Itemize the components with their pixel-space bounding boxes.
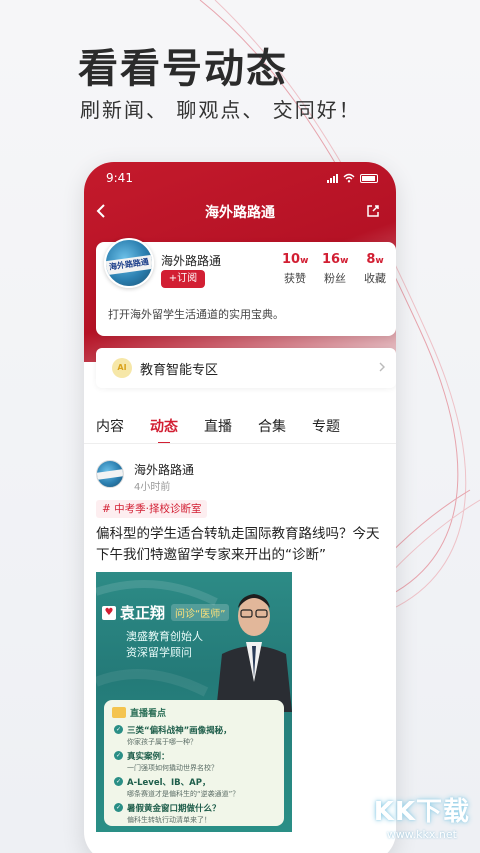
panel-title-row: 直播看点 — [112, 706, 166, 719]
highlight-item: ✓ A-Level、IB、AP， 哪条赛道才是偏科生的“逆袭通道”？ — [114, 776, 239, 799]
stat-favorites-value: 8 — [366, 252, 376, 267]
speaker-photo — [216, 594, 292, 712]
stat-favorites-label: 收藏 — [364, 272, 386, 285]
stat-fans-unit: w — [340, 256, 349, 266]
stat-fans[interactable]: 16w 粉丝 — [322, 252, 348, 286]
stat-likes[interactable]: 10w 获赞 — [282, 252, 308, 286]
check-icon: ✓ — [114, 725, 123, 734]
promo-headline: 看看号动态 — [78, 46, 288, 92]
avatar[interactable]: 海外路路通 — [104, 238, 154, 288]
wifi-icon — [343, 173, 355, 183]
panel-title: 直播看点 — [130, 709, 167, 719]
signal-icon — [327, 173, 338, 183]
tab-dynamics[interactable]: 动态 — [150, 416, 178, 444]
highlight-subtitle: 你家孩子属于哪一种？ — [127, 738, 197, 746]
tv-icon — [112, 707, 126, 718]
stat-favorites[interactable]: 8w 收藏 — [362, 252, 388, 286]
share-icon[interactable] — [366, 204, 380, 218]
battery-icon — [360, 173, 378, 183]
watermark-logo: KK下载 www.kkx.net — [374, 791, 470, 841]
tab-content[interactable]: 内容 — [96, 416, 124, 436]
post-topic-tag[interactable]: # 中考季·择校诊断室 — [96, 500, 208, 518]
stat-fans-label: 粉丝 — [324, 272, 346, 285]
speaker-row: ♥ 袁正翔 问诊“医师” — [102, 602, 230, 623]
tab-live[interactable]: 直播 — [204, 416, 232, 436]
post-time: 4小时前 — [134, 482, 171, 493]
check-icon: ✓ — [114, 751, 123, 760]
phone-frame: 9:41 海外路路通 海外路路通 海外路路通 +订阅 10w 获赞 16w 粉丝… — [84, 162, 396, 853]
stat-likes-unit: w — [300, 256, 309, 266]
back-arrow-icon[interactable] — [96, 203, 106, 219]
heart-icon: ♥ — [102, 605, 116, 620]
post-avatar[interactable] — [96, 460, 124, 488]
highlight-subtitle: 一门强项如何撬动世界名校？ — [127, 764, 218, 772]
post-author[interactable]: 海外路路通 — [134, 461, 194, 478]
highlight-item: ✓ 三类“偏科战神”画像揭秘， 你家孩子属于哪一种？ — [114, 724, 232, 747]
stat-likes-label: 获赞 — [284, 272, 306, 285]
speaker-role-1: 澳盛教育创始人 — [126, 630, 203, 643]
highlight-title: 三类“偏科战神”画像揭秘， — [127, 726, 232, 736]
nav-bar: 海外路路通 — [84, 200, 396, 224]
profile-name: 海外路路通 — [161, 254, 222, 268]
content-tabs: 内容 动态 直播 合集 专题 — [96, 416, 340, 444]
post-image[interactable]: ♥ 袁正翔 问诊“医师” 澳盛教育创始人 资深留学顾问 直播看点 ✓ 三类“偏科… — [96, 572, 292, 832]
ai-zone-bar[interactable]: AI 教育智能专区 — [96, 348, 396, 388]
highlight-subtitle: 偏科生转轨行动清单来了！ — [127, 816, 211, 824]
status-bar: 9:41 — [106, 170, 378, 186]
highlight-item: ✓ 真实案例： 一门强项如何撬动世界名校？ — [114, 750, 218, 773]
ai-zone-label: 教育智能专区 — [140, 362, 219, 378]
ai-icon: AI — [112, 358, 132, 378]
profile-header: 9:41 海外路路通 海外路路通 海外路路通 +订阅 10w 获赞 16w 粉丝… — [84, 162, 396, 362]
stat-favorites-unit: w — [375, 256, 384, 266]
highlight-title: A-Level、IB、AP， — [127, 778, 211, 788]
tab-collections[interactable]: 合集 — [258, 416, 286, 436]
tabs-divider — [84, 443, 396, 444]
stat-likes-value: 10 — [282, 252, 301, 267]
check-icon: ✓ — [114, 803, 123, 812]
live-highlights-panel: 直播看点 ✓ 三类“偏科战神”画像揭秘， 你家孩子属于哪一种？ ✓ 真实案例： … — [104, 700, 284, 826]
avatar-label: 海外路路通 — [106, 254, 152, 276]
status-icons — [327, 173, 378, 183]
speaker-name: 袁正翔 — [120, 604, 166, 622]
post-text: 偏科型的学生适合转轨走国际教育路线吗？今天下午我们特邀留学专家来开出的“诊断” — [96, 526, 380, 563]
speaker-role-2: 资深留学顾问 — [126, 646, 192, 659]
profile-card: 海外路路通 海外路路通 +订阅 10w 获赞 16w 粉丝 8w 收藏 打开海外… — [96, 238, 396, 336]
highlight-title: 真实案例： — [127, 752, 170, 762]
watermark-url: www.kkx.net — [386, 828, 457, 841]
highlight-title: 暑假黄金窗口期做什么？ — [127, 804, 221, 814]
nav-title: 海外路路通 — [205, 205, 275, 221]
highlight-subtitle: 哪条赛道才是偏科生的“逆袭通道”？ — [127, 790, 240, 798]
watermark-title: KK下载 — [373, 797, 470, 827]
profile-bio: 打开海外留学生活通道的实用宝典。 — [108, 308, 284, 321]
chevron-right-icon — [379, 362, 385, 372]
status-time: 9:41 — [106, 171, 133, 185]
profile-stats: 10w 获赞 16w 粉丝 8w 收藏 — [282, 252, 388, 286]
stat-fans-value: 16 — [322, 252, 341, 267]
tab-topics[interactable]: 专题 — [312, 416, 340, 436]
subscribe-button[interactable]: +订阅 — [161, 270, 205, 288]
highlight-item: ✓ 暑假黄金窗口期做什么？ 偏科生转轨行动清单来了！ — [114, 802, 221, 825]
check-icon: ✓ — [114, 777, 123, 786]
promo-subline: 刷新闻、 聊观点、 交同好！ — [80, 98, 361, 122]
